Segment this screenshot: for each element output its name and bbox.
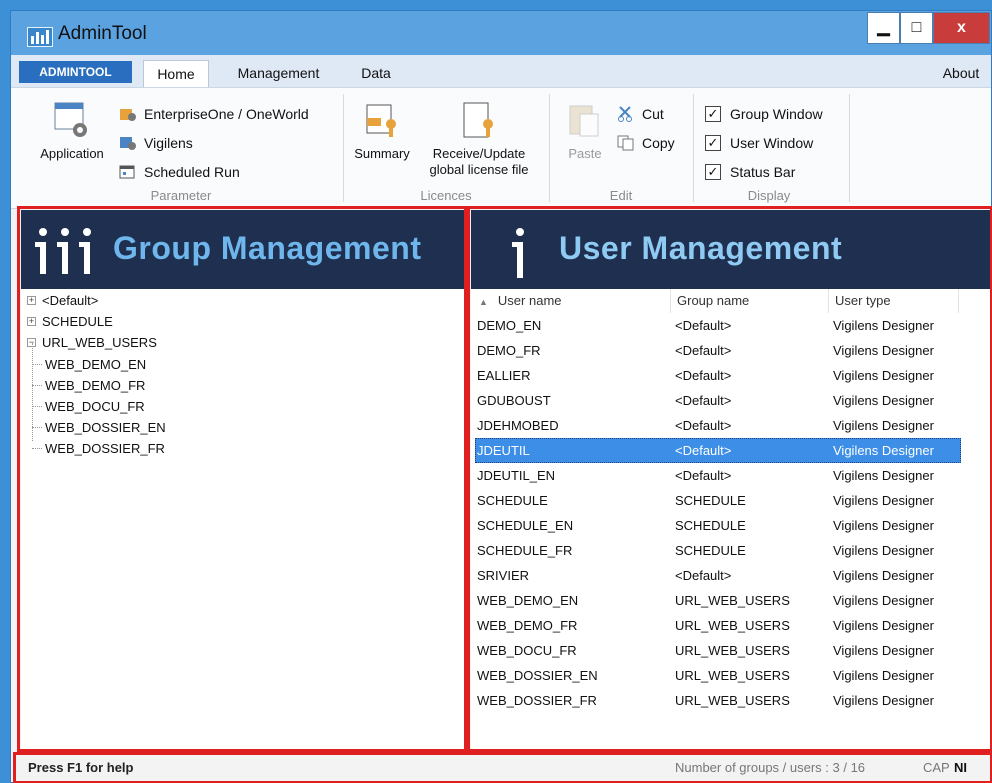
- summary-button[interactable]: Summary: [349, 100, 415, 162]
- status-bar-highlight: [13, 752, 992, 783]
- admintool-window: AdminTool ▁ □ x ADMINTOOL Home Managemen…: [10, 10, 992, 783]
- tab-data[interactable]: Data: [351, 60, 401, 87]
- application-settings-icon: [54, 102, 87, 137]
- scheduled-run-button[interactable]: Scheduled Run: [119, 160, 269, 184]
- tab-home[interactable]: Home: [143, 60, 209, 87]
- enterprise-label: EnterpriseOne / OneWorld: [144, 106, 309, 122]
- maximize-button[interactable]: □: [900, 12, 933, 44]
- scissors-icon: [618, 106, 632, 122]
- checkbox-checked-icon: ✓: [705, 135, 721, 151]
- ribbon-separator: [343, 94, 344, 202]
- scheduled-run-label: Scheduled Run: [144, 164, 240, 180]
- vigilens-icon: [120, 137, 136, 150]
- paste-button[interactable]: Paste: [557, 100, 613, 162]
- summary-label: Summary: [354, 146, 410, 161]
- window-title: AdminTool: [58, 23, 147, 44]
- group-label-edit: Edit: [609, 188, 633, 203]
- group-panel-highlight: [17, 206, 467, 752]
- copy-icon: [617, 135, 634, 151]
- title-bar[interactable]: AdminTool ▁ □ x: [11, 11, 991, 55]
- copy-label: Copy: [642, 135, 675, 151]
- enterprise-icon: [120, 109, 136, 121]
- license-summary-icon: [366, 104, 396, 137]
- cut-label: Cut: [642, 106, 664, 122]
- user-window-checkbox[interactable]: ✓ User Window: [705, 131, 835, 155]
- paste-icon: [569, 105, 599, 137]
- vigilens-label: Vigilens: [144, 135, 193, 151]
- receive-license-button[interactable]: Receive/Update global license file: [417, 100, 541, 178]
- status-bar-checkbox[interactable]: ✓ Status Bar: [705, 160, 815, 184]
- checkbox-checked-icon: ✓: [705, 164, 721, 180]
- group-label-licences: Licences: [420, 188, 472, 203]
- status-bar-label: Status Bar: [730, 164, 796, 180]
- receive-label-line2: global license file: [429, 162, 529, 177]
- group-label-parameter: Parameter: [150, 188, 212, 203]
- minimize-button[interactable]: ▁: [867, 12, 900, 44]
- tab-admintool[interactable]: ADMINTOOL: [19, 61, 132, 83]
- checkbox-checked-icon: ✓: [705, 106, 721, 122]
- application-label: Application: [40, 146, 104, 161]
- vigilens-button[interactable]: Vigilens: [119, 131, 239, 155]
- enterprise-button[interactable]: EnterpriseOne / OneWorld: [119, 102, 339, 126]
- group-window-checkbox[interactable]: ✓ Group Window: [705, 102, 845, 126]
- cut-button[interactable]: Cut: [617, 102, 687, 126]
- group-label-display: Display: [747, 188, 791, 203]
- application-button[interactable]: Application: [31, 100, 113, 162]
- paste-label: Paste: [568, 146, 602, 161]
- scheduled-run-icon: [119, 165, 135, 179]
- ribbon-home: Application EnterpriseOne / OneWorld Vig…: [11, 87, 991, 209]
- tab-management[interactable]: Management: [221, 60, 336, 87]
- copy-button[interactable]: Copy: [617, 131, 693, 155]
- license-file-icon: [463, 102, 493, 138]
- ribbon-separator: [549, 94, 550, 202]
- close-button[interactable]: x: [933, 12, 990, 44]
- ribbon-separator: [693, 94, 694, 202]
- admintool-logo-icon: [27, 27, 53, 47]
- group-window-label: Group Window: [730, 106, 823, 122]
- about-link[interactable]: About: [931, 60, 991, 87]
- user-panel-highlight: [467, 206, 992, 752]
- ribbon-separator: [849, 94, 850, 202]
- receive-label-line1: Receive/Update: [432, 146, 526, 161]
- user-window-label: User Window: [730, 135, 814, 151]
- ribbon-tab-bar: ADMINTOOL Home Management Data About: [11, 55, 991, 87]
